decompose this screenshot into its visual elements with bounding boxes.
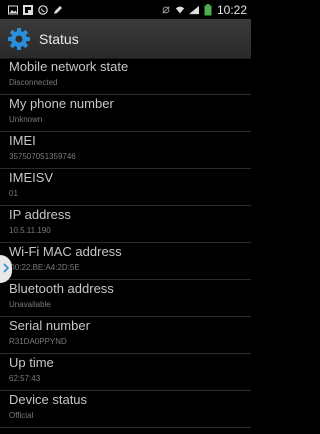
item-value: Unknown [9,115,43,124]
item-value: 01 [9,189,18,198]
settings-gear-icon[interactable] [7,27,31,51]
list-item-my-phone-number: My phone number Unknown [0,95,251,132]
list-item-ip-address: IP address 10.5.11.190 [0,206,251,243]
clock: 10:22 [216,2,247,17]
signal-icon [188,5,199,15]
item-value: 62:57:43 [9,374,41,383]
gallery-icon [8,5,18,15]
item-value: R31DA0PPYND [9,337,67,346]
item-label: Device status [9,392,88,407]
action-bar: Status [0,19,251,59]
list-item-imeisv: IMEISV 01 [0,169,251,206]
item-label: Serial number [9,318,90,333]
item-value: 10.5.11.190 [9,226,51,235]
list-item-mobile-network-state: Mobile network state Disconnected [0,58,251,95]
battery-icon [203,3,213,15]
item-label: Wi-Fi MAC address [9,244,122,259]
item-label: Up time [9,355,54,370]
item-value: Official [9,411,34,420]
flipboard-icon [23,4,33,15]
item-value: Unavailable [9,300,51,309]
whatsapp-icon [38,4,48,15]
page-title: Status [39,30,79,47]
mute-icon [161,5,171,15]
list-item-device-status: Device status Official [0,391,251,428]
list-item-bluetooth-address: Bluetooth address Unavailable [0,280,251,317]
status-bar: 10:22 [0,0,251,19]
item-label: IMEISV [9,170,54,185]
status-list: Mobile network state Disconnected My pho… [0,58,251,428]
chevron-right-icon [3,260,10,278]
list-item-serial-number: Serial number R31DA0PPYND [0,317,251,354]
item-value: D0:22:BE:A4:2D:5E [9,263,80,272]
item-value: 357507051359746 [9,152,76,161]
item-value: Disconnected [9,78,58,87]
pencil-icon [53,5,63,15]
item-label: IMEI [9,133,36,148]
item-label: Mobile network state [9,59,129,74]
list-item-wifi-mac-address: Wi-Fi MAC address D0:22:BE:A4:2D:5E [0,243,251,280]
item-label: IP address [9,207,71,222]
wifi-icon [175,5,185,15]
list-item-up-time: Up time 62:57:43 [0,354,251,391]
item-label: Bluetooth address [9,281,114,296]
item-label: My phone number [9,96,114,111]
list-item-imei: IMEI 357507051359746 [0,132,251,169]
